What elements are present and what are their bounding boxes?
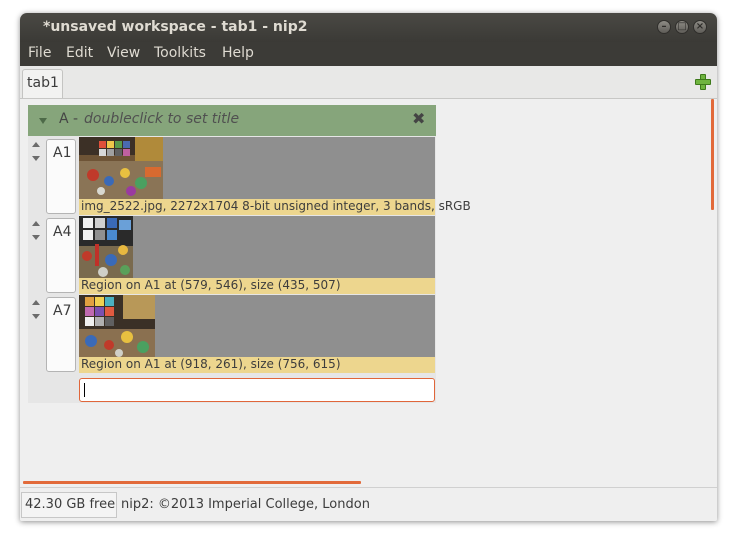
- collapse-triangle-icon[interactable]: [39, 118, 47, 124]
- move-up-icon[interactable]: [32, 221, 40, 226]
- menu-toolkits[interactable]: Toolkits: [154, 45, 206, 61]
- row-caption: Region on A1 at (918, 261), size (756, 6…: [79, 357, 435, 373]
- close-x-icon[interactable]: ✖: [412, 109, 425, 128]
- move-down-icon[interactable]: [32, 156, 40, 161]
- row-label: A1: [53, 145, 72, 161]
- thumbnail-area[interactable]: [79, 295, 435, 357]
- copyright-text: nip2: ©2013 Imperial College, London: [121, 497, 370, 512]
- menu-view[interactable]: View: [107, 45, 140, 61]
- app-window: – □ × *unsaved workspace - tab1 - nip2 F…: [20, 13, 717, 521]
- title-bar[interactable]: – □ × *unsaved workspace - tab1 - nip2: [20, 13, 717, 42]
- column-header[interactable]: A - doubleclick to set title ✖: [28, 105, 436, 136]
- image-thumbnail[interactable]: [79, 137, 163, 199]
- thumbnail-area[interactable]: [79, 137, 435, 199]
- free-space-text: 42.30 GB free: [25, 497, 116, 512]
- menu-bar: File Edit View Toolkits Help: [20, 42, 717, 66]
- row-a1: A1 img_2522.jpg, 2272x1704 8-bit unsigne…: [28, 137, 471, 215]
- row-caption: img_2522.jpg, 2272x1704 8-bit unsigned i…: [79, 199, 471, 215]
- vertical-scrollbar[interactable]: [711, 99, 714, 210]
- text-cursor: [84, 383, 85, 397]
- horizontal-scrollbar[interactable]: [23, 481, 361, 484]
- close-icon[interactable]: ×: [693, 20, 707, 34]
- row-arrows: [31, 139, 43, 167]
- free-space-box: 42.30 GB free: [21, 492, 117, 518]
- image-thumbnail[interactable]: [79, 295, 155, 357]
- column-name: A -: [59, 111, 79, 127]
- move-down-icon[interactable]: [32, 314, 40, 319]
- row-label: A7: [53, 303, 72, 319]
- menu-help[interactable]: Help: [222, 45, 254, 61]
- status-bar: 42.30 GB free nip2: ©2013 Imperial Colle…: [20, 487, 717, 521]
- row-arrows: [31, 218, 43, 246]
- tab-strip: tab1: [20, 66, 717, 99]
- menu-edit[interactable]: Edit: [66, 45, 93, 61]
- minimize-icon[interactable]: –: [657, 20, 671, 34]
- row-a7: A7 Region on A1 at (918, 261), size (756…: [28, 295, 436, 373]
- window-title: *unsaved workspace - tab1 - nip2: [43, 19, 308, 35]
- caption-text: Region on A1 at (579, 546), size (435, 5…: [81, 278, 341, 292]
- caption-text: img_2522.jpg, 2272x1704 8-bit unsigned i…: [81, 199, 471, 213]
- row-label-button[interactable]: A7: [46, 297, 76, 372]
- move-up-icon[interactable]: [32, 142, 40, 147]
- move-up-icon[interactable]: [32, 300, 40, 305]
- row-label-button[interactable]: A1: [46, 139, 76, 214]
- menu-file[interactable]: File: [28, 45, 51, 61]
- maximize-icon[interactable]: □: [675, 20, 689, 34]
- image-thumbnail[interactable]: [79, 216, 133, 278]
- row-label: A4: [53, 224, 72, 240]
- column-title-hint[interactable]: doubleclick to set title: [84, 111, 239, 127]
- plus-icon[interactable]: [694, 73, 712, 91]
- thumbnail-area[interactable]: [79, 216, 435, 278]
- row-label-button[interactable]: A4: [46, 218, 76, 293]
- caption-text: Region on A1 at (918, 261), size (756, 6…: [81, 357, 341, 371]
- row-caption: Region on A1 at (579, 546), size (435, 5…: [79, 278, 435, 294]
- row-arrows: [31, 297, 43, 325]
- tab-tab1[interactable]: tab1: [22, 69, 63, 98]
- move-down-icon[interactable]: [32, 235, 40, 240]
- tab-label: tab1: [27, 75, 59, 91]
- command-entry[interactable]: [79, 378, 435, 402]
- row-a4: A4 Region on A1 at (579, 546), size (435…: [28, 216, 436, 294]
